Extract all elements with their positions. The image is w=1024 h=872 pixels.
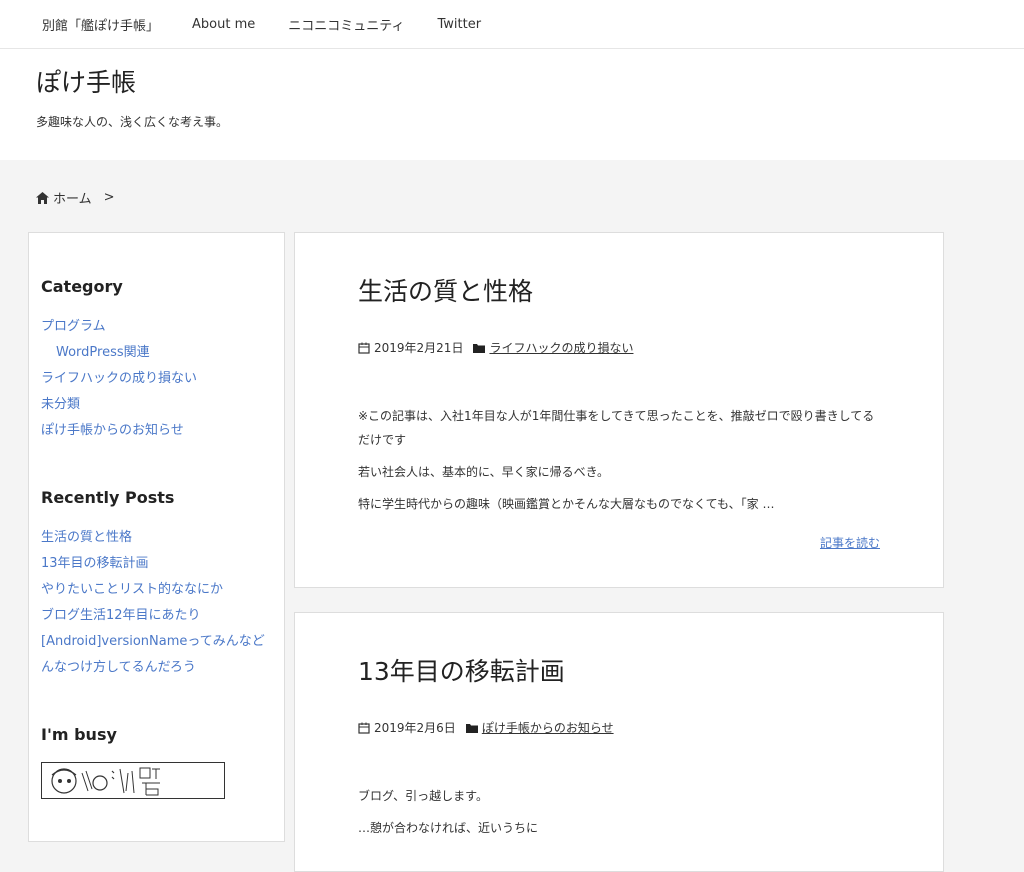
excerpt-paragraph: 特に学生時代からの趣味（映画鑑賞とかそんな大層なものでなくても、「家 … [358,497,775,511]
category-widget-title: Category [41,277,123,296]
recent-posts-list: 生活の質と性格 13年目の移転計画 やりたいことリスト的ななにか ブログ生活12… [41,525,272,681]
category-item-wordpress[interactable]: WordPress関連 [41,340,272,366]
nav-item-kanpoke[interactable]: 別館「艦ぽけ手帳」 [42,15,159,34]
breadcrumb-separator: > [103,190,115,205]
post-card: 生活の質と性格 2019年2月21日 ライフハックの成り損ない ※この記事は、入… [294,232,944,588]
post-meta: 2019年2月6日 ぽけ手帳からのお知らせ [358,719,880,736]
post-category-link[interactable]: ぽけ手帳からのお知らせ [482,719,614,736]
post-title[interactable]: 13年目の移転計画 [358,613,880,689]
category-item-notice[interactable]: ぽけ手帳からのお知らせ [41,418,272,444]
site-header: ぽけ手帳 多趣味な人の、浅く広くな考え事。 [0,49,1024,160]
recent-post-item[interactable]: やりたいことリスト的ななにか [41,577,272,603]
category-item-uncategorized[interactable]: 未分類 [41,392,272,418]
breadcrumb: ホーム > [36,188,115,207]
home-icon [36,191,49,204]
excerpt-paragraph: ブログ、引っ越します。 [358,789,488,803]
breadcrumb-home[interactable]: ホーム [53,188,92,207]
recent-posts-title: Recently Posts [41,488,175,507]
read-more-link[interactable]: 記事を読む [358,534,880,551]
post-category-link[interactable]: ライフハックの成り損ない [489,339,633,356]
category-item-program[interactable]: プログラム [41,314,272,340]
nav-item-twitter[interactable]: Twitter [437,17,481,32]
site-description: 多趣味な人の、浅く広くな考え事。 [36,115,229,129]
recent-post-item[interactable]: ブログ生活12年目にあたり [41,603,272,629]
excerpt-paragraph: ※この記事は、入社1年目な人が1年間仕事をしてきて思ったことを、推敲ゼロで殴り書… [358,409,875,447]
post-title[interactable]: 生活の質と性格 [358,233,880,309]
recent-post-item[interactable]: 生活の質と性格 [41,525,272,551]
busy-banner-image [41,762,225,799]
calendar-icon [358,722,370,734]
nav-item-niconico[interactable]: ニコニコミュニティ [288,15,404,34]
post-date: 2019年2月6日 [374,721,456,735]
post-excerpt: ブログ、引っ越します。 …憩が合わなければ、近いうちに [358,784,880,840]
post-excerpt: ※この記事は、入社1年目な人が1年間仕事をしてきて思ったことを、推敲ゼロで殴り書… [358,404,880,516]
nav-item-about[interactable]: About me [192,17,255,32]
calendar-icon [358,342,370,354]
recent-post-item[interactable]: [Android]versionNameってみんなどんなつけ方してるんだろう [41,629,272,681]
busy-widget-title: I'm busy [41,725,117,744]
excerpt-paragraph: …憩が合わなければ、近いうちに [358,821,539,835]
post-meta: 2019年2月21日 ライフハックの成り損ない [358,339,880,356]
site-title[interactable]: ぽけ手帳 [36,67,1024,99]
post-date: 2019年2月21日 [374,341,464,355]
post-card: 13年目の移転計画 2019年2月6日 ぽけ手帳からのお知らせ ブログ、引っ越し… [294,612,944,872]
busy-illustration-icon [51,767,160,796]
excerpt-paragraph: 若い社会人は、基本的に、早く家に帰るべき。 [358,465,610,479]
category-list: プログラム WordPress関連 ライフハックの成り損ない 未分類 ぽけ手帳か… [41,314,272,444]
recent-post-item[interactable]: 13年目の移転計画 [41,551,272,577]
category-item-lifehack[interactable]: ライフハックの成り損ない [41,366,272,392]
sidebar: Category プログラム WordPress関連 ライフハックの成り損ない … [28,232,285,842]
top-navigation: 別館「艦ぽけ手帳」 About me ニコニコミュニティ Twitter [0,0,1024,49]
folder-icon [465,723,478,733]
folder-icon [473,343,486,353]
